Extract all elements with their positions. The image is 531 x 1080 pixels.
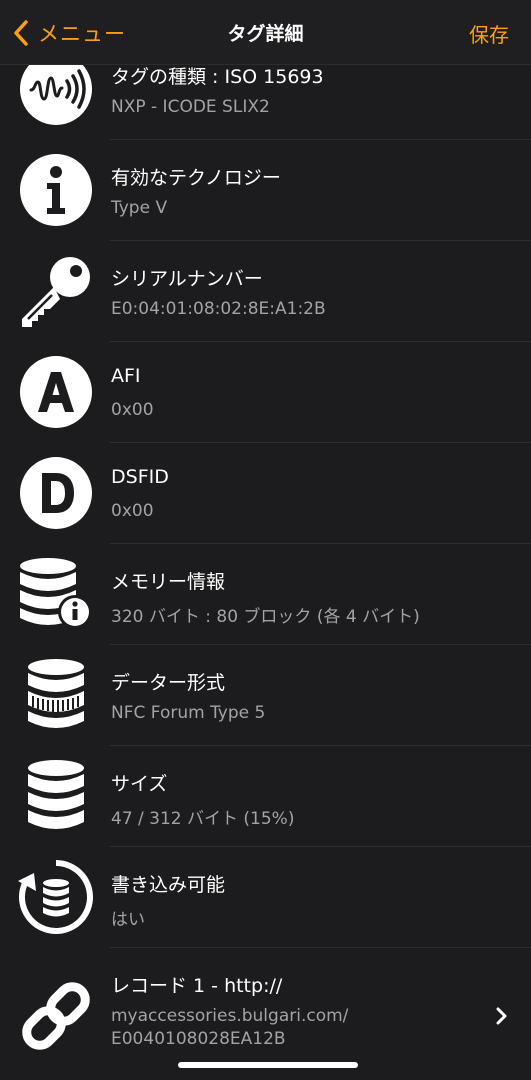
row-title: 書き込み可能 bbox=[111, 874, 226, 896]
row-title: レコード 1 - http:// bbox=[111, 975, 283, 997]
row-title: タグの種類 : ISO 15693 bbox=[111, 66, 324, 88]
row-value: myaccessories.bulgari.com/ bbox=[111, 1006, 349, 1026]
database-format-icon bbox=[18, 657, 94, 733]
row-title: AFI bbox=[111, 365, 141, 387]
key-icon bbox=[18, 253, 94, 329]
row-value: NXP - ICODE SLIX2 bbox=[111, 97, 270, 117]
info-icon bbox=[18, 152, 94, 228]
list-item-technologies: 有効なテクノロジー Type V bbox=[0, 140, 531, 241]
row-title: 有効なテクノロジー bbox=[111, 167, 281, 189]
row-value: NFC Forum Type 5 bbox=[111, 703, 266, 723]
row-value: 0x00 bbox=[111, 400, 154, 420]
navigation-bar: メニュー タグ詳細 保存 bbox=[0, 0, 531, 65]
row-title: DSFID bbox=[111, 466, 169, 488]
letter-a-icon bbox=[18, 354, 94, 430]
database-info-icon bbox=[18, 556, 94, 632]
letter-d-icon bbox=[18, 455, 94, 531]
list-item-memory-info: メモリー情報 320 バイト : 80 ブロック (各 4 バイト) bbox=[0, 544, 531, 645]
row-value: 320 バイト : 80 ブロック (各 4 バイト) bbox=[111, 607, 420, 627]
list-item-dsfid: DSFID 0x00 bbox=[0, 443, 531, 544]
row-value: 47 / 312 バイト (15%) bbox=[111, 809, 295, 829]
list-item-data-format: データー形式 NFC Forum Type 5 bbox=[0, 645, 531, 746]
row-value: 0x00 bbox=[111, 501, 154, 521]
database-size-icon bbox=[18, 758, 94, 834]
row-value: Type V bbox=[111, 198, 168, 218]
tag-detail-list: タグの種類 : ISO 15693 NXP - ICODE SLIX2 有効なテ… bbox=[0, 64, 531, 1080]
row-value: E0:04:01:08:02:8E:A1:2B bbox=[111, 299, 326, 319]
list-item-afi: AFI 0x00 bbox=[0, 342, 531, 443]
row-title: シリアルナンバー bbox=[111, 268, 263, 290]
list-item-tag-type: タグの種類 : ISO 15693 NXP - ICODE SLIX2 bbox=[0, 64, 531, 140]
home-indicator[interactable] bbox=[178, 1062, 358, 1068]
database-write-icon bbox=[18, 859, 94, 935]
row-title: メモリー情報 bbox=[111, 571, 226, 593]
row-value-line-2: E0040108028EA12B bbox=[111, 1029, 286, 1049]
row-title: サイズ bbox=[111, 773, 168, 795]
list-item-writable: 書き込み可能 はい bbox=[0, 847, 531, 948]
page-title: タグ詳細 bbox=[227, 23, 304, 45]
link-icon bbox=[18, 978, 94, 1054]
list-item-size: サイズ 47 / 312 バイト (15%) bbox=[0, 746, 531, 847]
chevron-right-icon bbox=[496, 1007, 507, 1025]
list-item-serial-number: シリアルナンバー E0:04:01:08:02:8E:A1:2B bbox=[0, 241, 531, 342]
row-title: データー形式 bbox=[111, 672, 226, 694]
list-item-record-1[interactable]: レコード 1 - http:// myaccessories.bulgari.c… bbox=[0, 948, 531, 1080]
nfc-tag-icon bbox=[18, 64, 94, 127]
save-button[interactable]: 保存 bbox=[469, 19, 509, 48]
row-value: はい bbox=[111, 910, 145, 930]
